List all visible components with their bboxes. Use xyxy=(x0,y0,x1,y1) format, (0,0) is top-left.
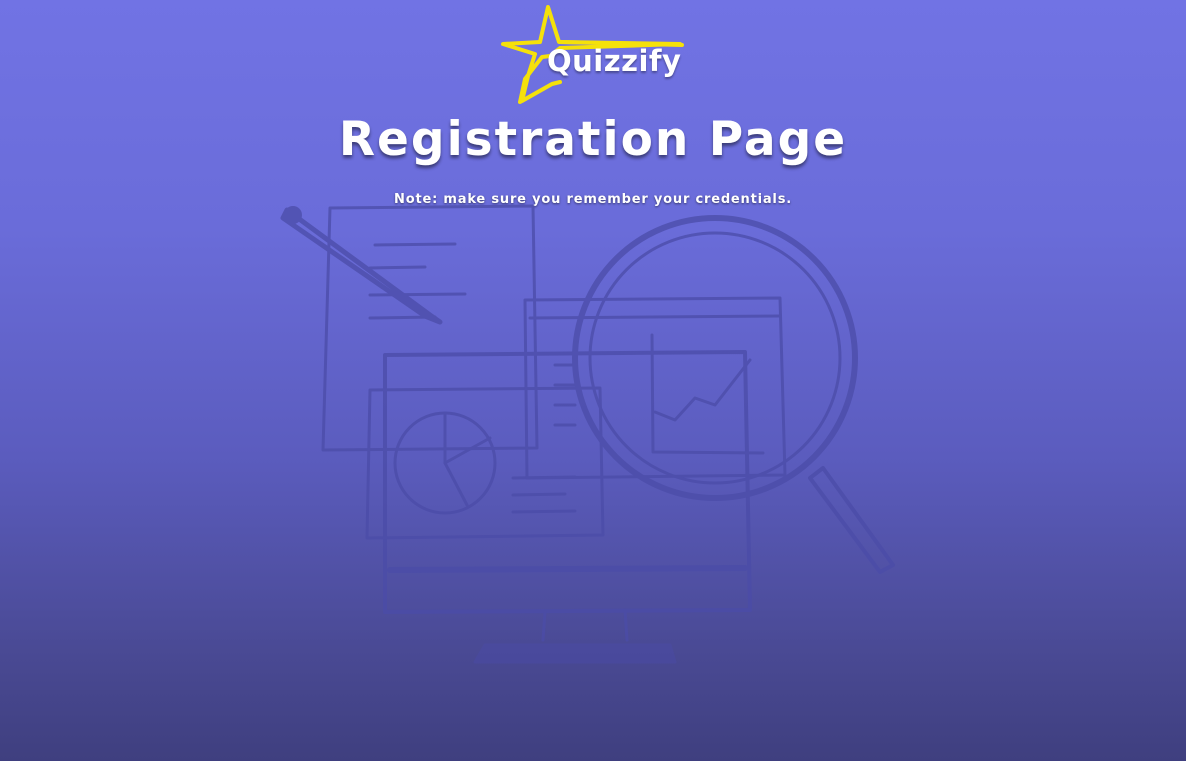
magnifier-icon xyxy=(572,215,895,574)
brand-name: Quizzify xyxy=(547,44,682,78)
brand-logo[interactable]: Quizzify xyxy=(500,4,686,104)
page-title: Registration Page xyxy=(338,112,848,167)
pie-chart-card-icon xyxy=(365,386,605,540)
document-icon xyxy=(321,204,539,452)
analytics-illustration xyxy=(275,200,915,675)
pencil-icon xyxy=(280,206,443,325)
registration-page: Quizzify Registration Page Note: make su… xyxy=(0,0,1186,761)
